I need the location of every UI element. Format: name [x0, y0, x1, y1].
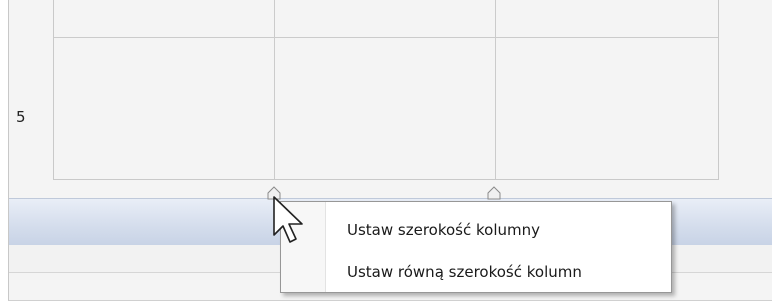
- set-column-width-item[interactable]: Ustaw szerokość kolumny: [327, 212, 667, 248]
- mouse-pointer-icon: [273, 196, 303, 243]
- table-column-1[interactable]: [54, 0, 275, 179]
- table-column-3[interactable]: [496, 0, 718, 179]
- table-column-2[interactable]: [275, 0, 496, 179]
- set-equal-column-width-item[interactable]: Ustaw równą szerokość kolumn: [327, 254, 667, 290]
- column-marker-icon[interactable]: [487, 186, 501, 200]
- table-grid: [53, 0, 719, 180]
- row-number-label: 5: [16, 108, 26, 126]
- context-menu: Ustaw szerokość kolumny Ustaw równą szer…: [280, 201, 672, 293]
